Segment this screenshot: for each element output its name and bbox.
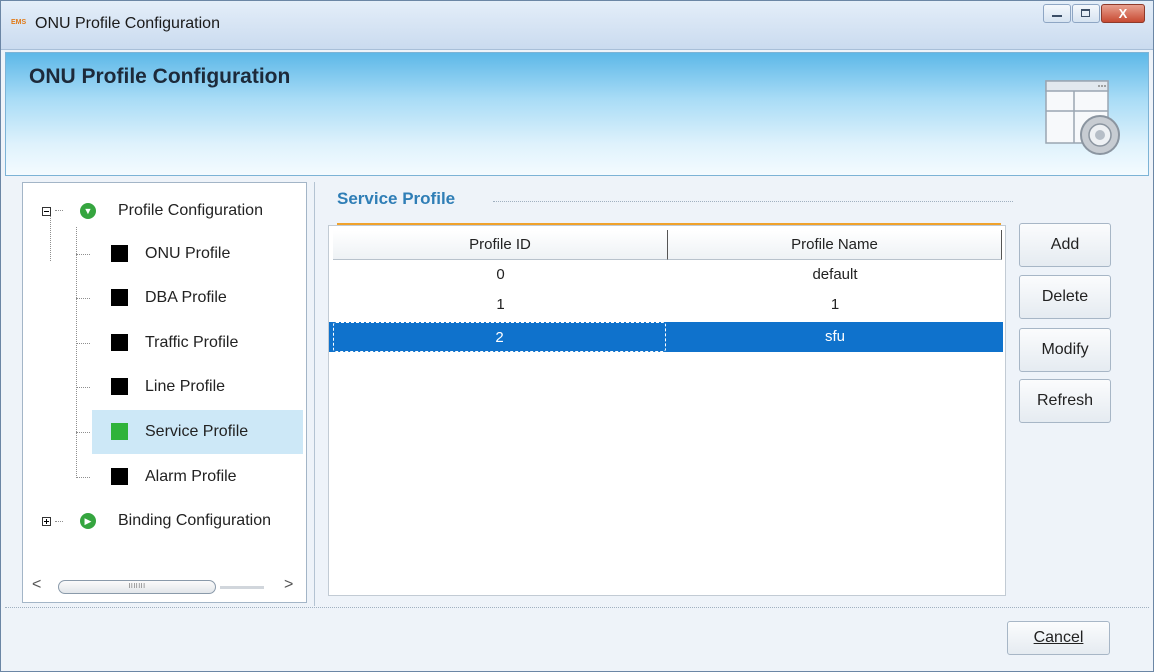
tree-item-label: Line Profile	[145, 378, 226, 395]
table-row[interactable]: 1 1	[329, 290, 1003, 320]
cell-profile-name: 1	[830, 296, 840, 313]
config-gear-window-icon	[1044, 77, 1124, 166]
service-profile-table[interactable]: Profile ID Profile Name 0 default 1 1 2 …	[328, 225, 1006, 596]
minimize-button[interactable]	[1043, 4, 1071, 23]
cell-profile-id: 0	[496, 266, 505, 283]
tree-item-service-profile[interactable]: Service Profile	[23, 413, 303, 451]
tree-item-label: ONU Profile	[145, 245, 231, 262]
tree-item-label: Traffic Profile	[145, 334, 239, 351]
window-title: ONU Profile Configuration	[35, 15, 220, 32]
profile-square-icon	[111, 423, 128, 440]
minimize-icon	[1052, 15, 1062, 17]
close-button[interactable]: X	[1101, 4, 1145, 23]
panel-divider	[314, 182, 315, 606]
tree-group-label: Profile Configuration	[118, 202, 263, 219]
profile-square-icon	[111, 289, 128, 306]
tree-item-line-profile[interactable]: Line Profile	[23, 368, 303, 406]
column-header-profile-name[interactable]: Profile Name	[668, 230, 1002, 260]
tree-group-profile-configuration[interactable]: ▼ Profile Configuration	[23, 192, 303, 230]
scroll-left-icon[interactable]: <	[32, 576, 41, 594]
add-button[interactable]: Add	[1019, 223, 1111, 267]
table-row-selected[interactable]: 2 sfu	[329, 322, 1003, 352]
cell-profile-id: 2	[333, 322, 666, 352]
cell-profile-id: 1	[496, 296, 505, 313]
table-row[interactable]: 0 default	[329, 260, 1003, 290]
app-icon: EMS	[11, 19, 27, 26]
collapse-icon[interactable]	[42, 207, 51, 216]
profile-square-icon	[111, 468, 128, 485]
cell-profile-name: default	[812, 266, 858, 283]
scrollbar-thumb[interactable]: IIIIIII	[58, 580, 216, 594]
close-icon: X	[1118, 6, 1128, 21]
profile-square-icon	[111, 334, 128, 351]
cancel-button[interactable]: Cancel	[1007, 621, 1110, 655]
window-controls: X	[1042, 4, 1145, 23]
tree-group-label: Binding Configuration	[118, 512, 271, 529]
scrollbar-track[interactable]	[220, 586, 264, 589]
profile-square-icon	[111, 378, 128, 395]
tree-item-label: Alarm Profile	[145, 468, 237, 485]
column-header-profile-id[interactable]: Profile ID	[333, 230, 668, 260]
play-circle-icon: ▶	[80, 513, 96, 529]
title-bar[interactable]: EMS ONU Profile Configuration X	[1, 1, 1153, 50]
profile-tree[interactable]: ▼ Profile Configuration ONU Profile DBA …	[22, 182, 307, 603]
tree-horizontal-scrollbar[interactable]: < IIIIIII >	[30, 575, 298, 597]
header-banner: ONU Profile Configuration	[5, 52, 1149, 176]
cell-profile-name: sfu	[824, 328, 845, 345]
scroll-right-icon[interactable]: >	[284, 576, 293, 594]
tree-item-label: DBA Profile	[145, 289, 227, 306]
maximize-button[interactable]	[1072, 4, 1100, 23]
onu-profile-window: EMS ONU Profile Configuration X ONU Prof…	[0, 0, 1154, 672]
modify-button[interactable]: Modify	[1019, 328, 1111, 372]
tree-item-alarm-profile[interactable]: Alarm Profile	[23, 458, 303, 496]
profile-square-icon	[111, 245, 128, 262]
tree-group-binding-configuration[interactable]: ▶ Binding Configuration	[23, 502, 303, 540]
chevron-down-circle-icon: ▼	[80, 203, 96, 219]
section-divider	[493, 201, 1013, 202]
footer-divider	[5, 607, 1149, 608]
tree-item-onu-profile[interactable]: ONU Profile	[23, 235, 303, 273]
scrollbar-grip: IIIIIII	[128, 583, 146, 590]
tree-item-label: Service Profile	[145, 423, 249, 440]
refresh-button[interactable]: Refresh	[1019, 379, 1111, 423]
tree-item-traffic-profile[interactable]: Traffic Profile	[23, 324, 303, 362]
maximize-icon	[1081, 9, 1090, 17]
tree-item-dba-profile[interactable]: DBA Profile	[23, 279, 303, 317]
page-title: ONU Profile Configuration	[29, 65, 291, 88]
expand-icon[interactable]	[42, 517, 51, 526]
delete-button[interactable]: Delete	[1019, 275, 1111, 319]
section-title: Service Profile	[337, 189, 456, 208]
